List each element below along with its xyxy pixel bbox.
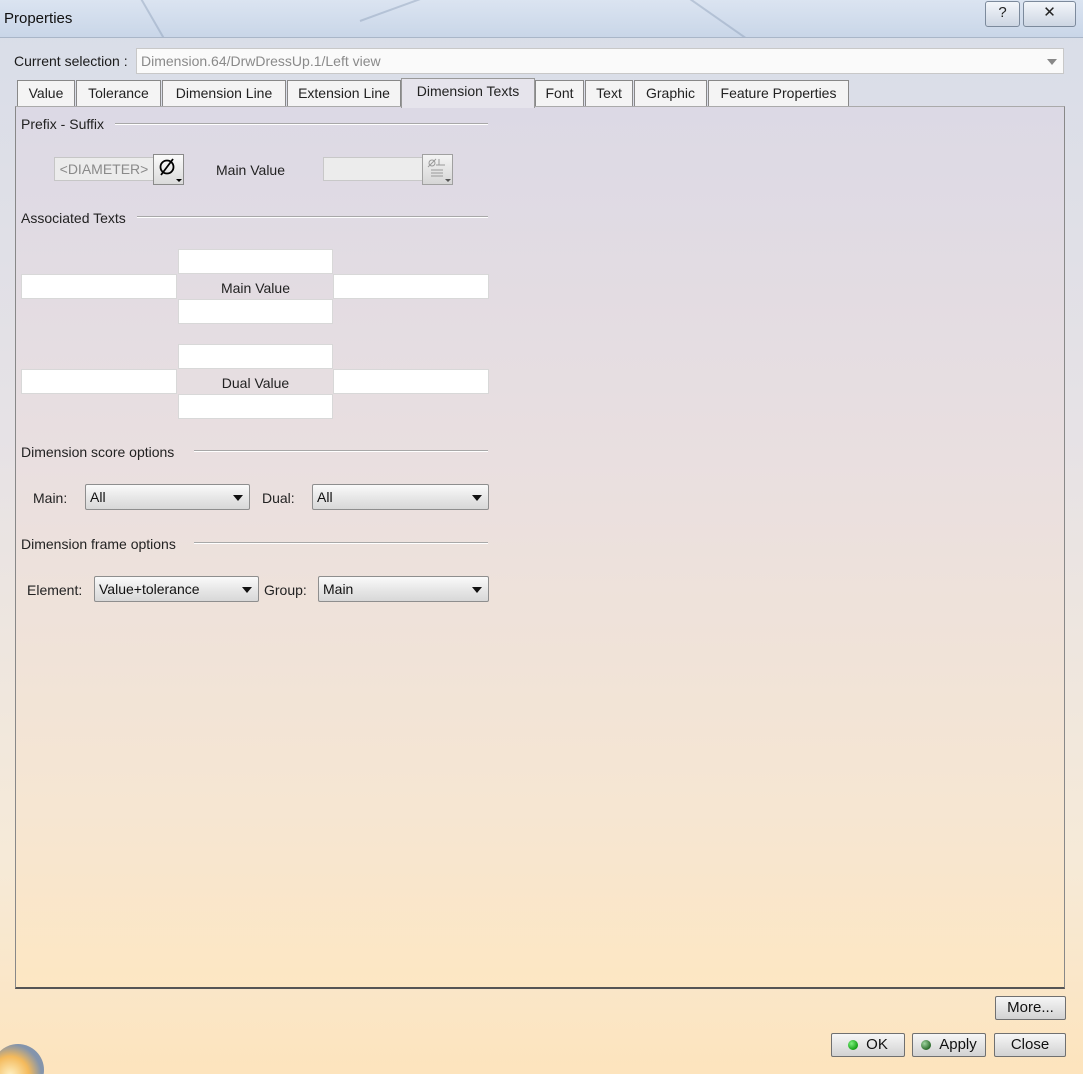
score-options-title: Dimension score options (21, 444, 175, 460)
current-selection-combo[interactable]: Dimension.64/DrwDressUp.1/Left view (136, 48, 1064, 74)
associated-texts-title: Associated Texts (21, 210, 126, 226)
dual-value-after-field[interactable] (333, 369, 489, 394)
properties-dialog: Properties ? ✕ Current selection : Dimen… (0, 0, 1083, 1074)
text-format-button[interactable] (422, 154, 453, 185)
dual-value-label: Dual Value (221, 375, 290, 391)
main-value-below-field[interactable] (178, 299, 333, 324)
apply-status-icon (921, 1040, 932, 1050)
help-icon: ? (998, 4, 1007, 21)
titlebar-decoration (689, 0, 748, 37)
prefix-symbol-field[interactable]: <DIAMETER> (54, 157, 154, 181)
dual-value-below-field[interactable] (178, 394, 333, 419)
frame-element-select[interactable]: Value+tolerance (94, 576, 259, 602)
current-selection-label: Current selection : (14, 53, 128, 69)
main-value-label: Main Value (220, 280, 290, 296)
close-button[interactable]: Close (994, 1033, 1066, 1057)
score-dual-select[interactable]: All (312, 484, 489, 510)
window-title: Properties (4, 10, 73, 27)
divider (194, 450, 488, 452)
titlebar-decoration (359, 0, 445, 22)
more-button[interactable]: More... (995, 996, 1066, 1020)
titlebar-decoration (139, 0, 171, 37)
current-selection-value: Dimension.64/DrwDressUp.1/Left view (141, 53, 381, 69)
frame-element-value: Value+tolerance (99, 581, 200, 597)
title-bar[interactable]: Properties ? ✕ (0, 0, 1083, 38)
ok-button[interactable]: OK (831, 1033, 905, 1057)
chevron-down-icon (233, 495, 243, 501)
tab-dimension-line[interactable]: Dimension Line (162, 80, 286, 106)
ok-button-label: OK (866, 1036, 888, 1053)
tab-dimension-texts[interactable]: Dimension Texts (401, 78, 535, 108)
frame-group-select[interactable]: Main (318, 576, 489, 602)
tab-font[interactable]: Font (535, 80, 584, 106)
divider (194, 542, 488, 544)
score-main-select[interactable]: All (85, 484, 250, 510)
help-button[interactable]: ? (985, 1, 1020, 27)
frame-element-label: Element: (27, 582, 83, 598)
prefix-main-value-label: Main Value (216, 162, 286, 178)
divider (115, 123, 488, 125)
tab-tolerance[interactable]: Tolerance (76, 80, 161, 106)
main-value-before-field[interactable] (21, 274, 177, 299)
close-icon: ✕ (1043, 4, 1056, 21)
diameter-symbol-button[interactable] (153, 154, 184, 185)
frame-group-label: Group: (264, 582, 307, 598)
ok-status-icon (848, 1040, 859, 1050)
score-main-label: Main: (33, 490, 68, 506)
apply-button-label: Apply (939, 1036, 977, 1053)
main-value-after-field[interactable] (333, 274, 489, 299)
chevron-down-icon (242, 587, 252, 593)
apply-button[interactable]: Apply (912, 1033, 986, 1057)
close-window-button[interactable]: ✕ (1023, 1, 1076, 27)
frame-options-title: Dimension frame options (21, 536, 176, 552)
score-main-value: All (90, 489, 106, 505)
main-value-above-field[interactable] (178, 249, 333, 274)
dual-value-above-field[interactable] (178, 344, 333, 369)
chevron-down-icon (472, 587, 482, 593)
tab-text[interactable]: Text (585, 80, 633, 106)
tab-feature-properties[interactable]: Feature Properties (708, 80, 849, 106)
chevron-down-icon (1047, 59, 1057, 65)
diameter-symbol-icon (159, 158, 182, 182)
text-format-icon (427, 158, 451, 182)
score-dual-value: All (317, 489, 333, 505)
score-dual-label: Dual: (262, 490, 295, 506)
tab-value[interactable]: Value (17, 80, 75, 106)
tab-extension-line[interactable]: Extension Line (287, 80, 401, 106)
dual-value-before-field[interactable] (21, 369, 177, 394)
chevron-down-icon (472, 495, 482, 501)
tab-graphic[interactable]: Graphic (634, 80, 707, 106)
frame-group-value: Main (323, 581, 354, 597)
app-logo-icon (0, 1040, 50, 1074)
main-value-format-field[interactable] (323, 157, 423, 181)
prefix-suffix-title: Prefix - Suffix (21, 116, 104, 132)
divider (137, 216, 488, 218)
